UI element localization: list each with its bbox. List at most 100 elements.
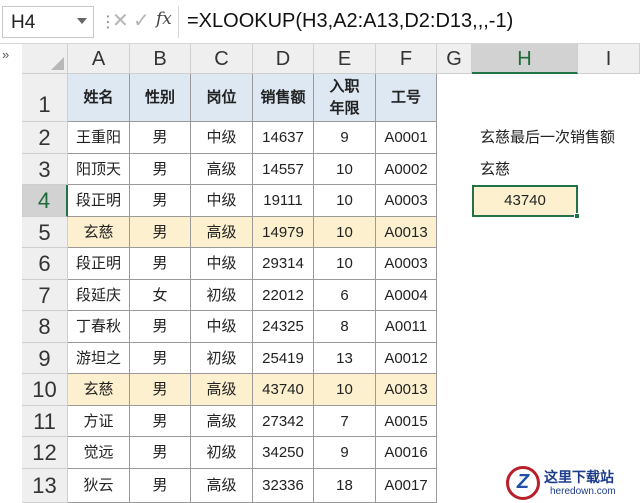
row-header-12[interactable]: 12 <box>22 437 68 469</box>
cell-H2[interactable]: 玄慈最后一次销售额 <box>472 122 640 154</box>
formula-input[interactable]: =XLOOKUP(H3,A2:A13,D2:D13,,,-1) <box>178 6 638 38</box>
chevron-down-icon[interactable] <box>77 18 87 24</box>
table-cell-d[interactable]: 34250 <box>253 437 314 469</box>
table-cell-f[interactable]: A0016 <box>376 437 437 469</box>
table-cell-d[interactable]: 14979 <box>253 217 314 248</box>
table-cell-e[interactable]: 6 <box>314 280 376 311</box>
table-cell-d[interactable]: 27342 <box>253 406 314 437</box>
table-cell-d[interactable]: 25419 <box>253 343 314 374</box>
table-cell-b[interactable]: 男 <box>130 185 191 217</box>
row-header-2[interactable]: 2 <box>22 122 68 154</box>
row-header-10[interactable]: 10 <box>22 374 68 406</box>
table-cell-a[interactable]: 段正明 <box>68 185 130 217</box>
table-cell-f[interactable]: A0001 <box>376 122 437 154</box>
table-cell-c[interactable]: 初级 <box>191 280 253 311</box>
table-cell-a[interactable]: 段正明 <box>68 248 130 280</box>
column-header-a[interactable]: A <box>68 44 130 74</box>
row-header-5[interactable]: 5 <box>22 217 68 248</box>
table-cell-c[interactable]: 中级 <box>191 248 253 280</box>
table-cell-f[interactable]: A0003 <box>376 248 437 280</box>
table-cell-b[interactable]: 女 <box>130 280 191 311</box>
table-cell-b[interactable]: 男 <box>130 406 191 437</box>
table-cell-e[interactable]: 9 <box>314 437 376 469</box>
column-header-i[interactable]: I <box>578 44 640 74</box>
table-cell-e[interactable]: 10 <box>314 154 376 185</box>
table-cell-d[interactable]: 22012 <box>253 280 314 311</box>
table-header-a[interactable]: 姓名 <box>68 74 130 122</box>
table-cell-a[interactable]: 王重阳 <box>68 122 130 154</box>
table-cell-b[interactable]: 男 <box>130 469 191 503</box>
table-cell-f[interactable]: A0017 <box>376 469 437 503</box>
table-cell-f[interactable]: A0003 <box>376 185 437 217</box>
table-cell-b[interactable]: 男 <box>130 248 191 280</box>
table-cell-c[interactable]: 初级 <box>191 437 253 469</box>
table-cell-e[interactable]: 10 <box>314 217 376 248</box>
table-cell-a[interactable]: 游坦之 <box>68 343 130 374</box>
table-cell-e[interactable]: 9 <box>314 122 376 154</box>
table-cell-a[interactable]: 阳顶天 <box>68 154 130 185</box>
table-cell-e[interactable]: 7 <box>314 406 376 437</box>
cancel-icon[interactable]: ✕ <box>112 8 129 33</box>
table-cell-c[interactable]: 初级 <box>191 343 253 374</box>
table-cell-f[interactable]: A0013 <box>376 217 437 248</box>
table-cell-d[interactable]: 14637 <box>253 122 314 154</box>
table-cell-c[interactable]: 高级 <box>191 469 253 503</box>
table-cell-e[interactable]: 18 <box>314 469 376 503</box>
table-cell-a[interactable]: 玄慈 <box>68 374 130 406</box>
table-cell-e[interactable]: 10 <box>314 374 376 406</box>
table-cell-c[interactable]: 高级 <box>191 217 253 248</box>
table-cell-b[interactable]: 男 <box>130 437 191 469</box>
table-cell-e[interactable]: 13 <box>314 343 376 374</box>
fill-handle[interactable] <box>574 213 580 219</box>
table-cell-c[interactable]: 中级 <box>191 185 253 217</box>
row-header-13[interactable]: 13 <box>22 469 68 503</box>
table-cell-b[interactable]: 男 <box>130 311 191 343</box>
table-cell-d[interactable]: 29314 <box>253 248 314 280</box>
table-cell-c[interactable]: 高级 <box>191 374 253 406</box>
column-header-h[interactable]: H <box>472 44 578 74</box>
active-cell-H4[interactable]: 43740 <box>472 185 580 219</box>
table-cell-d[interactable]: 19111 <box>253 185 314 217</box>
table-header-f[interactable]: 工号 <box>376 74 437 122</box>
row-header-3[interactable]: 3 <box>22 154 68 185</box>
table-cell-d[interactable]: 24325 <box>253 311 314 343</box>
table-cell-f[interactable]: A0004 <box>376 280 437 311</box>
column-header-b[interactable]: B <box>130 44 191 74</box>
column-header-d[interactable]: D <box>253 44 314 74</box>
table-cell-d[interactable]: 14557 <box>253 154 314 185</box>
table-cell-c[interactable]: 高级 <box>191 406 253 437</box>
expand-panel-icon[interactable]: » <box>2 47 9 62</box>
column-header-e[interactable]: E <box>314 44 376 74</box>
table-cell-d[interactable]: 32336 <box>253 469 314 503</box>
table-header-e[interactable]: 入职 年限 <box>314 74 376 122</box>
table-cell-f[interactable]: A0002 <box>376 154 437 185</box>
table-cell-f[interactable]: A0011 <box>376 311 437 343</box>
table-cell-b[interactable]: 男 <box>130 217 191 248</box>
table-cell-f[interactable]: A0015 <box>376 406 437 437</box>
table-cell-e[interactable]: 10 <box>314 185 376 217</box>
table-cell-a[interactable]: 狄云 <box>68 469 130 503</box>
table-cell-c[interactable]: 中级 <box>191 122 253 154</box>
fx-icon[interactable]: fx <box>156 9 172 29</box>
row-header-11[interactable]: 11 <box>22 406 68 437</box>
check-icon[interactable]: ✓ <box>133 8 150 33</box>
table-cell-a[interactable]: 玄慈 <box>68 217 130 248</box>
row-header-9[interactable]: 9 <box>22 343 68 374</box>
table-cell-f[interactable]: A0013 <box>376 374 437 406</box>
row-header-4[interactable]: 4 <box>22 185 68 217</box>
row-header-8[interactable]: 8 <box>22 311 68 343</box>
table-cell-a[interactable]: 丁春秋 <box>68 311 130 343</box>
table-cell-b[interactable]: 男 <box>130 154 191 185</box>
table-cell-f[interactable]: A0012 <box>376 343 437 374</box>
table-cell-b[interactable]: 男 <box>130 343 191 374</box>
cell-H3[interactable]: 玄慈 <box>472 154 578 185</box>
table-cell-c[interactable]: 中级 <box>191 311 253 343</box>
column-header-g[interactable]: G <box>437 44 472 74</box>
table-cell-a[interactable]: 方证 <box>68 406 130 437</box>
table-cell-a[interactable]: 觉远 <box>68 437 130 469</box>
column-header-f[interactable]: F <box>376 44 437 74</box>
table-cell-b[interactable]: 男 <box>130 374 191 406</box>
table-cell-e[interactable]: 10 <box>314 248 376 280</box>
table-header-c[interactable]: 岗位 <box>191 74 253 122</box>
table-header-b[interactable]: 性别 <box>130 74 191 122</box>
